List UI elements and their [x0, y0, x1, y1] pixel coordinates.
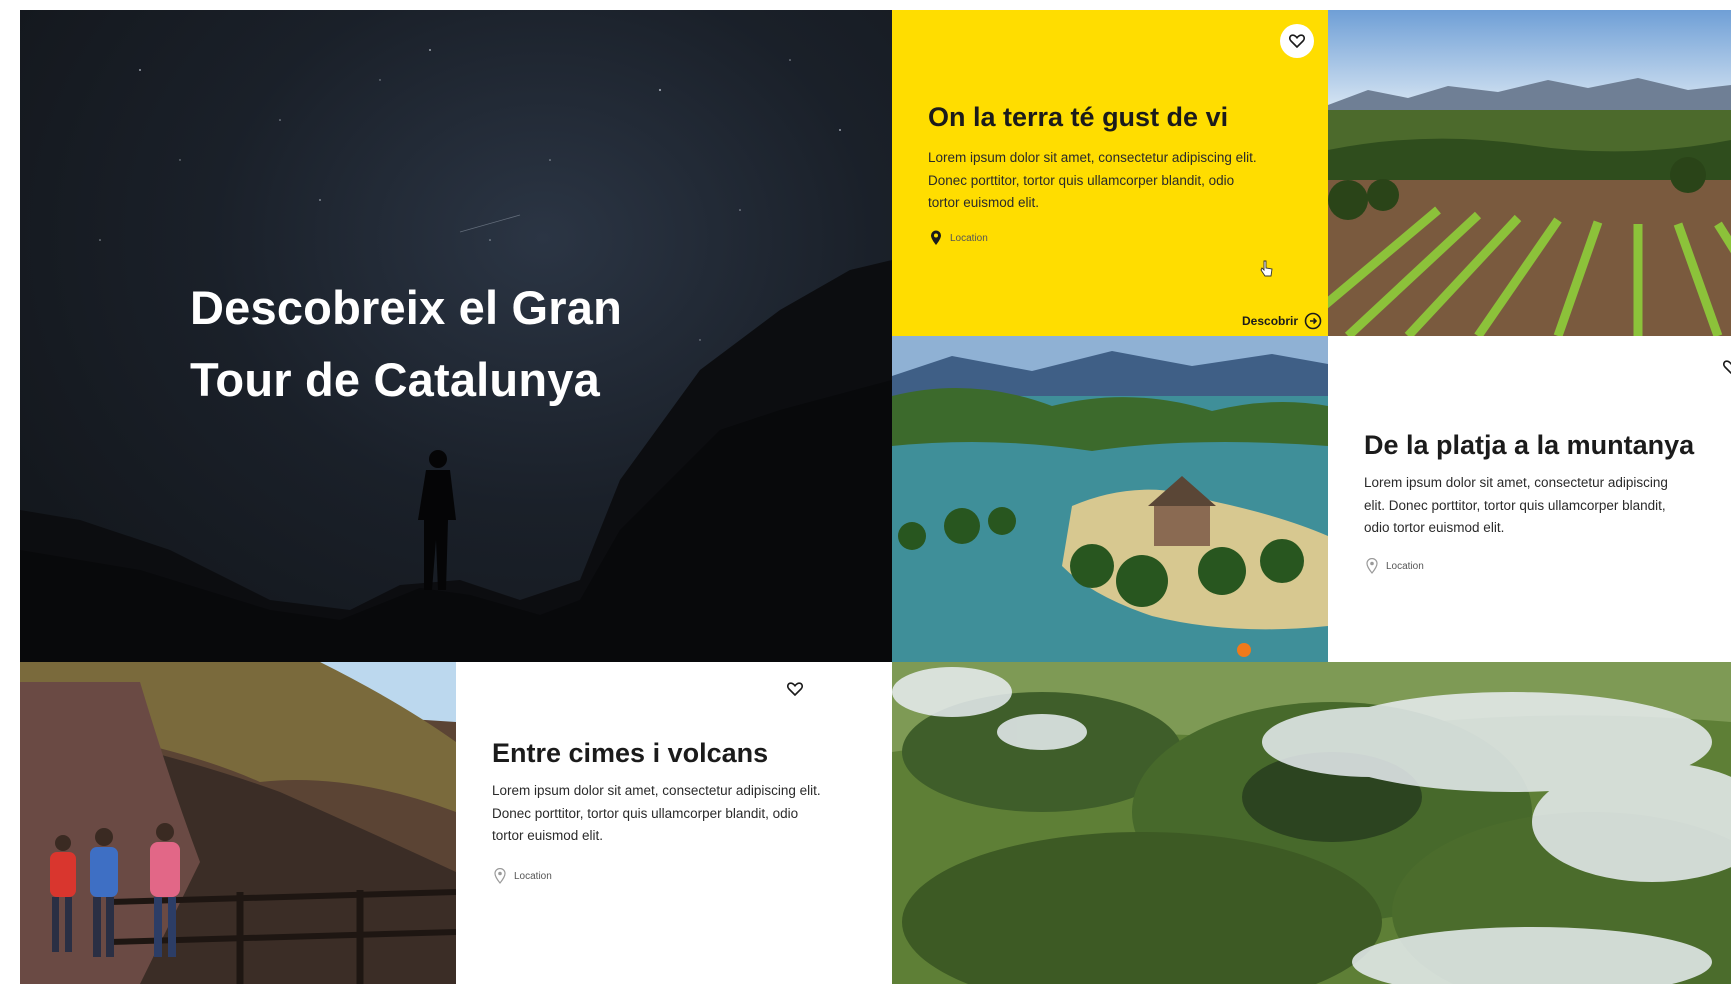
hero-title-line-1: Descobreix el Gran	[190, 281, 623, 334]
card-beach-mountain[interactable]: De la platja a la muntanya Lorem ipsum d…	[1328, 336, 1731, 662]
arrow-circle-icon	[1304, 312, 1322, 330]
tour-grid: Descobreix el Gran Tour de Catalunya On …	[20, 10, 1731, 984]
card-title: De la platja a la muntanya	[1364, 430, 1695, 460]
volcano-aerial-image-tile[interactable]	[892, 662, 1731, 984]
discover-link[interactable]: Descobrir	[1242, 312, 1322, 330]
heart-icon	[1723, 360, 1731, 374]
card-title: On la terra té gust de vi	[928, 102, 1229, 132]
discover-label: Descobrir	[1242, 314, 1299, 328]
favorite-button[interactable]	[778, 672, 812, 706]
location-pin-icon	[1366, 558, 1378, 574]
hero-tile[interactable]: Descobreix el Gran Tour de Catalunya	[20, 10, 892, 662]
card-location: Location	[494, 868, 552, 884]
hero-title: Descobreix el Gran Tour de Catalunya	[190, 272, 750, 416]
hikers-image-tile[interactable]	[20, 662, 456, 984]
favorite-button[interactable]	[1280, 24, 1314, 58]
card-description: Lorem ipsum dolor sit amet, consectetur …	[1364, 475, 1668, 535]
card-wine[interactable]: On la terra té gust de vi Lorem ipsum do…	[892, 10, 1328, 336]
card-description: Lorem ipsum dolor sit amet, consectetur …	[492, 783, 821, 843]
hikers-volcano-image	[20, 662, 456, 984]
heart-icon	[787, 682, 803, 696]
card-title: Entre cimes i volcans	[492, 738, 769, 768]
hand-cursor-icon	[1260, 260, 1273, 277]
mountain-lake-image	[892, 336, 1328, 662]
vineyard-image-tile[interactable]	[1328, 10, 1731, 336]
location-label: Location	[1386, 560, 1424, 572]
lake-image-tile[interactable]	[892, 336, 1328, 662]
card-description: Lorem ipsum dolor sit amet, consectetur …	[928, 150, 1257, 210]
hero-title-line-2: Tour de Catalunya	[190, 353, 600, 406]
vineyard-image	[1328, 10, 1731, 336]
location-pin-icon	[931, 230, 941, 245]
volcano-aerial-image	[892, 662, 1731, 984]
favorite-button[interactable]	[1714, 350, 1731, 384]
heart-icon	[1289, 34, 1305, 48]
card-peaks-volcanoes[interactable]: Entre cimes i volcans Lorem ipsum dolor …	[456, 662, 892, 984]
card-location: Location	[930, 230, 988, 246]
location-label: Location	[514, 870, 552, 882]
location-label: Location	[950, 232, 988, 244]
location-pin-icon	[494, 868, 506, 884]
card-location: Location	[1366, 558, 1424, 574]
